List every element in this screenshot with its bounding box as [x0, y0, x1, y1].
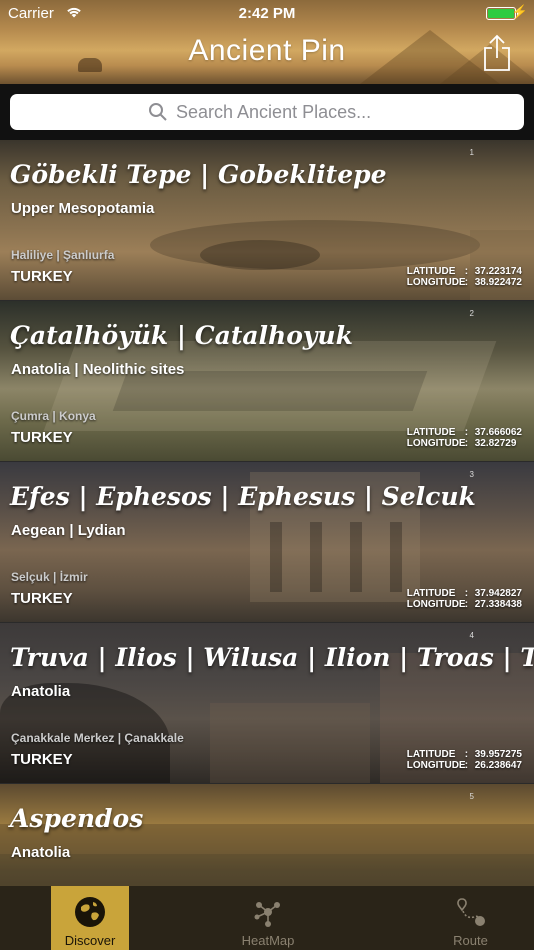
- place-subtitle: Anatolia: [11, 844, 71, 861]
- place-photo: [0, 784, 534, 886]
- status-bar: Carrier 2:42 PM ⚡: [0, 0, 534, 28]
- longitude-label: LONGITUDE: [406, 760, 466, 771]
- place-index: 1: [469, 148, 474, 157]
- place-coordinates: LATITUDE:37.223174 LONGITUDE:38.922472: [407, 266, 522, 288]
- place-card[interactable]: 2 Çatalhöyük | Catalhoyuk Anatolia | Neo…: [0, 301, 534, 462]
- search-bar: [0, 84, 534, 140]
- place-country: TURKEY: [11, 590, 73, 607]
- share-icon: [484, 34, 510, 71]
- place-index: 2: [469, 309, 474, 318]
- latitude-value: 37.942827: [474, 588, 522, 599]
- share-button[interactable]: [482, 34, 512, 72]
- longitude-label: LONGITUDE: [406, 599, 466, 610]
- coordinate-separator: :: [464, 277, 469, 288]
- place-subtitle: Upper Mesopotamia: [11, 200, 155, 217]
- tab-heatmap[interactable]: HeatMap: [129, 886, 407, 950]
- place-coordinates: LATITUDE:37.666062 LONGITUDE:32.82729: [407, 427, 522, 449]
- search-input[interactable]: [176, 101, 386, 123]
- app-header: Carrier 2:42 PM ⚡ Ancient Pin: [0, 0, 534, 84]
- place-title: Çatalhöyük | Catalhoyuk: [10, 321, 353, 350]
- latitude-label: LATITUDE: [406, 427, 456, 438]
- longitude-value: 27.338438: [474, 599, 522, 610]
- longitude-value: 32.82729: [474, 438, 517, 449]
- place-region: Selçuk | İzmir: [11, 570, 88, 584]
- coordinate-separator: :: [464, 438, 469, 449]
- place-coordinates: LATITUDE:39.957275 LONGITUDE:26.238647: [407, 749, 522, 771]
- place-coordinates: LATITUDE:37.942827 LONGITUDE:27.338438: [407, 588, 522, 610]
- place-country: TURKEY: [11, 429, 73, 446]
- place-card[interactable]: 4 Truva | Ilios | Wilusa | Ilion | Troas…: [0, 623, 534, 784]
- longitude-label: LONGITUDE: [406, 438, 466, 449]
- route-pin-icon: [456, 898, 485, 926]
- search-icon: [149, 103, 167, 121]
- search-field[interactable]: [10, 94, 524, 130]
- latitude-label: LATITUDE: [406, 749, 456, 760]
- coordinate-separator: :: [464, 266, 469, 277]
- place-region: Haliliye | Şanlıurfa: [11, 248, 115, 262]
- latitude-label: LATITUDE: [406, 266, 456, 277]
- place-title: Göbekli Tepe | Gobeklitepe: [10, 160, 387, 189]
- tab-bar: Discover HeatMap Route: [0, 886, 534, 950]
- tab-label: HeatMap: [241, 933, 295, 948]
- tab-route[interactable]: Route: [407, 886, 534, 950]
- longitude-value: 38.922472: [474, 277, 522, 288]
- coordinate-separator: :: [464, 749, 469, 760]
- latitude-label: LATITUDE: [406, 588, 456, 599]
- coordinate-separator: :: [464, 760, 469, 771]
- place-index: 3: [469, 470, 474, 479]
- place-subtitle: Aegean | Lydian: [11, 522, 126, 539]
- place-country: TURKEY: [11, 751, 73, 768]
- globe-icon: [75, 897, 105, 927]
- place-card[interactable]: 5 Aspendos Anatolia: [0, 784, 534, 886]
- latitude-value: 39.957275: [474, 749, 522, 760]
- place-subtitle: Anatolia | Neolithic sites: [11, 361, 185, 378]
- place-card[interactable]: 3 Efes | Ephesos | Ephesus | Selcuk Aege…: [0, 462, 534, 623]
- latitude-value: 37.666062: [474, 427, 522, 438]
- place-country: TURKEY: [11, 268, 73, 285]
- place-index: 5: [469, 792, 474, 801]
- longitude-value: 26.238647: [474, 760, 522, 771]
- place-subtitle: Anatolia: [11, 683, 71, 700]
- coordinate-separator: :: [464, 588, 469, 599]
- latitude-value: 37.223174: [474, 266, 522, 277]
- page-title: Ancient Pin: [188, 34, 346, 67]
- network-nodes-icon: [254, 902, 280, 927]
- coordinate-separator: :: [464, 599, 469, 610]
- tab-label: Discover: [64, 933, 116, 948]
- place-title: Aspendos: [10, 804, 144, 833]
- status-time: 2:42 PM: [238, 5, 296, 22]
- place-region: Çanakkale Merkez | Çanakkale: [11, 731, 184, 745]
- places-list: 1 Göbekli Tepe | Gobeklitepe Upper Mesop…: [0, 140, 534, 886]
- coordinate-separator: :: [464, 427, 469, 438]
- place-index: 4: [469, 631, 474, 640]
- place-card[interactable]: 1 Göbekli Tepe | Gobeklitepe Upper Mesop…: [0, 140, 534, 301]
- place-title: Efes | Ephesos | Ephesus | Selcuk: [10, 482, 476, 511]
- longitude-label: LONGITUDE: [406, 277, 466, 288]
- charging-icon: ⚡: [511, 4, 528, 19]
- place-region: Çumra | Konya: [11, 409, 96, 423]
- tab-label: Route: [453, 933, 488, 948]
- tab-discover[interactable]: Discover: [51, 886, 129, 950]
- place-title: Truva | Ilios | Wilusa | Ilion | Troas |…: [10, 643, 534, 672]
